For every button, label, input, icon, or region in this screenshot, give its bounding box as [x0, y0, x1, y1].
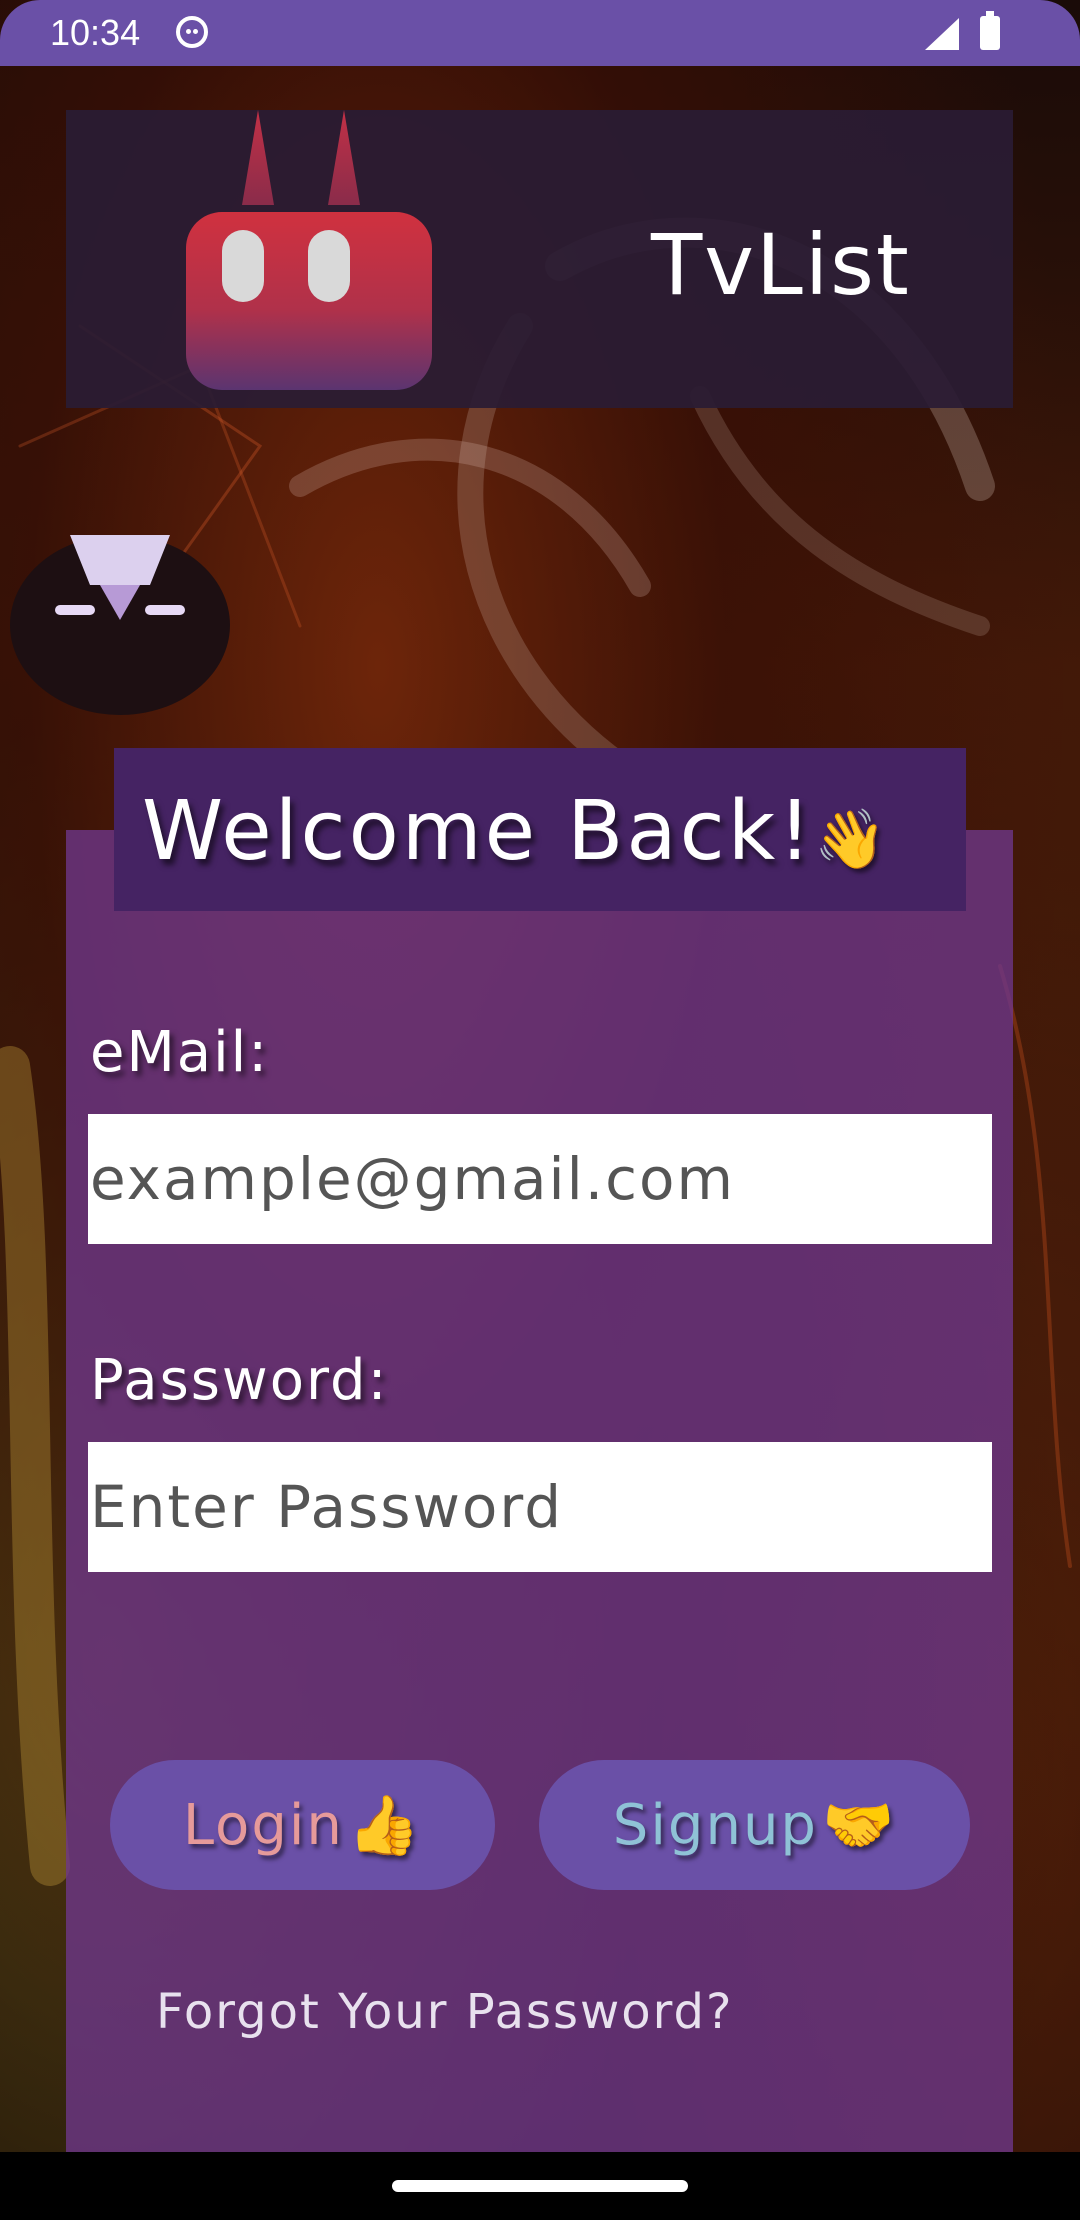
- email-label: eMail:: [90, 1020, 270, 1085]
- forgot-password-link[interactable]: Forgot Your Password?: [156, 1984, 733, 2040]
- welcome-banner: Welcome Back!👋: [114, 748, 966, 911]
- handshake-icon: 🤝: [821, 1790, 897, 1859]
- battery-icon: [980, 11, 1000, 50]
- signup-button-label: Signup: [612, 1792, 818, 1858]
- waving-hand-icon: 👋: [814, 805, 890, 873]
- login-button-label: Login: [182, 1792, 344, 1858]
- login-button[interactable]: Login 👍: [110, 1760, 495, 1890]
- app-header: TvList: [66, 110, 1013, 408]
- signup-button[interactable]: Signup 🤝: [539, 1760, 970, 1890]
- password-input[interactable]: [88, 1442, 992, 1572]
- navigation-bar: [0, 2152, 1080, 2220]
- app-title: TvList: [651, 216, 911, 314]
- face-icon: [176, 16, 208, 48]
- welcome-text: Welcome Back!: [142, 784, 815, 879]
- character-artwork: [10, 535, 230, 715]
- home-indicator[interactable]: [392, 2180, 688, 2192]
- password-label: Password:: [90, 1348, 389, 1413]
- email-input[interactable]: [88, 1114, 992, 1244]
- robot-devil-logo-icon: [186, 110, 432, 390]
- welcome-heading: Welcome Back!👋: [142, 784, 889, 879]
- login-screen: 10:34 TvList Welcome Back!👋 eMail: examp…: [0, 0, 1080, 2220]
- signal-icon: [925, 18, 959, 50]
- status-bar: 10:34: [0, 0, 1080, 66]
- status-time: 10:34: [50, 12, 141, 53]
- thumbs-up-icon: 👍: [347, 1790, 423, 1859]
